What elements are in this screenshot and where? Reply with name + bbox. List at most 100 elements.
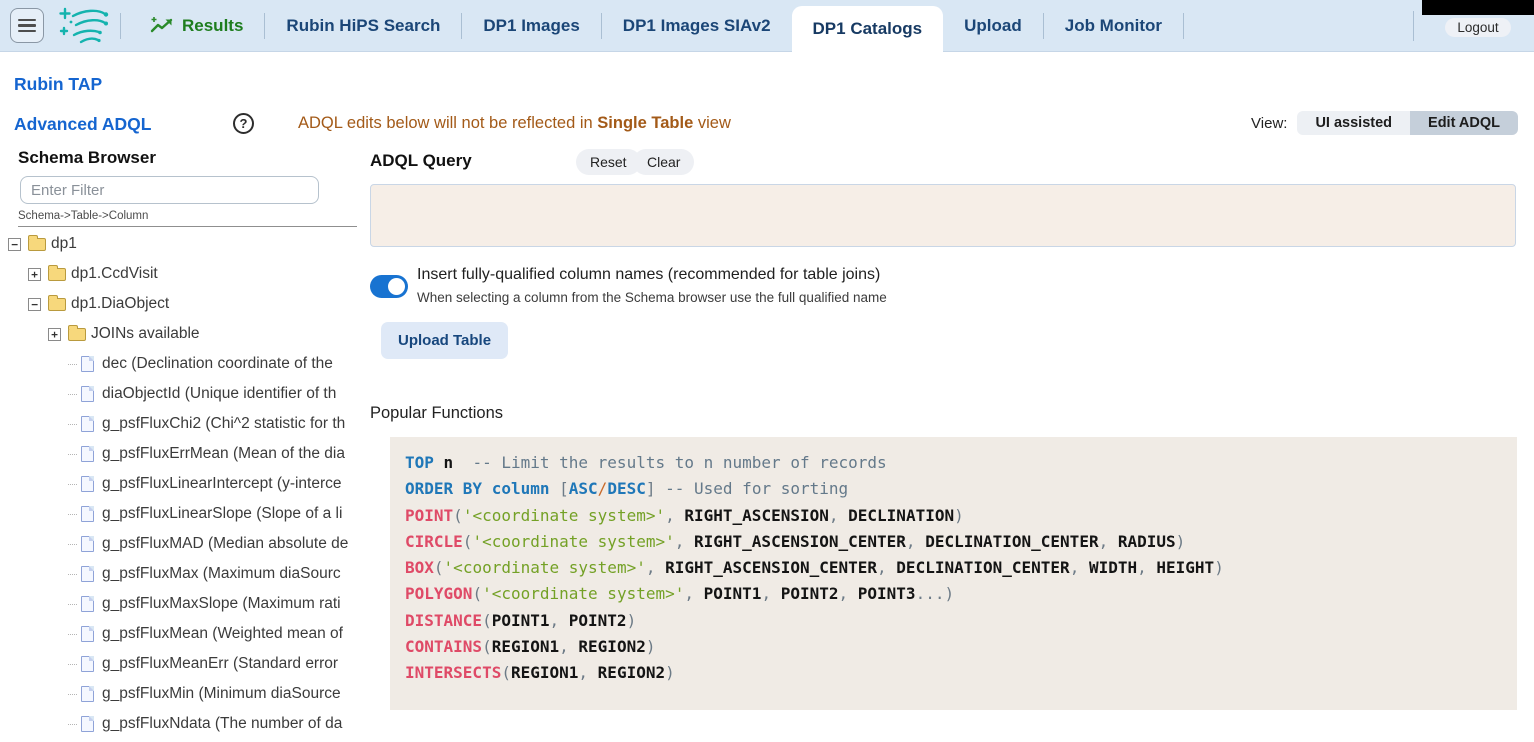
- schema-path-hint: Schema->Table->Column: [18, 210, 357, 222]
- schema-browser-title: Schema Browser: [18, 148, 357, 168]
- folder-icon: [48, 268, 66, 281]
- column-icon: [81, 536, 94, 552]
- tree-item-label: g_psfFluxNdata (The number of da: [102, 715, 342, 733]
- hamburger-menu-icon[interactable]: [10, 8, 44, 43]
- code-line: POINT('<coordinate system>', RIGHT_ASCEN…: [405, 503, 1517, 529]
- fully-qualified-names-toggle[interactable]: [370, 275, 408, 298]
- user-box: Logout: [1422, 14, 1534, 37]
- code-line: DISTANCE(POINT1, POINT2): [405, 608, 1517, 634]
- tree-column-g-psffluxerrmean[interactable]: g_psfFluxErrMean (Mean of the dia: [0, 439, 357, 469]
- expand-icon[interactable]: +: [28, 268, 41, 281]
- tree-column-g-psffluxchi2[interactable]: g_psfFluxChi2 (Chi^2 statistic for th: [0, 409, 357, 439]
- tree-column-g-psffluxlinearintercept[interactable]: g_psfFluxLinearIntercept (y-interce: [0, 469, 357, 499]
- clear-button[interactable]: Clear: [633, 149, 694, 175]
- folder-icon: [28, 238, 46, 251]
- tree-item-label: g_psfFluxChi2 (Chi^2 statistic for th: [102, 415, 345, 433]
- schema-filter-input[interactable]: [20, 176, 319, 204]
- tab-label: DP1 Images SIAv2: [623, 16, 771, 36]
- tab-strip: Results Rubin HiPS Search DP1 Images DP1 Im…: [129, 0, 1184, 51]
- tree-connector: [68, 664, 77, 665]
- code-line: TOP n -- Limit the results to n number o…: [405, 450, 1517, 476]
- tree-column-g-psffluxmax[interactable]: g_psfFluxMax (Maximum diaSourc: [0, 559, 357, 589]
- column-icon: [81, 506, 94, 522]
- tab-job-monitor[interactable]: Job Monitor: [1044, 0, 1183, 51]
- tree-item-label: dp1.CcdVisit: [71, 265, 158, 283]
- tree-item-label: g_psfFluxErrMean (Mean of the dia: [102, 445, 345, 463]
- column-icon: [81, 716, 94, 732]
- tree-connector: [68, 364, 77, 365]
- tab-dp1-images[interactable]: DP1 Images: [462, 0, 600, 51]
- tab-dp1-catalogs[interactable]: DP1 Catalogs: [792, 6, 944, 51]
- results-chart-icon: [150, 16, 174, 35]
- upload-table-button[interactable]: Upload Table: [381, 322, 508, 359]
- column-icon: [81, 686, 94, 702]
- collapse-icon[interactable]: −: [8, 238, 21, 251]
- tab-dp1-images-siav2[interactable]: DP1 Images SIAv2: [602, 0, 792, 51]
- tree-folder-joins-available[interactable]: +JOINs available: [0, 319, 357, 349]
- user-name-redacted: [1422, 0, 1534, 15]
- tree-item-label: g_psfFluxMAD (Median absolute de: [102, 535, 348, 553]
- tree-folder-dp1[interactable]: −dp1: [0, 229, 357, 259]
- tree-column-g-psffluxmean[interactable]: g_psfFluxMean (Weighted mean of: [0, 619, 357, 649]
- tree-connector: [68, 634, 77, 635]
- tree-item-label: g_psfFluxMin (Minimum diaSource: [102, 685, 341, 703]
- tab-rubin-hips-search[interactable]: Rubin HiPS Search: [265, 0, 461, 51]
- tree-column-g-psffluxmaxslope[interactable]: g_psfFluxMaxSlope (Maximum rati: [0, 589, 357, 619]
- schema-tree: −dp1 + dp1.CcdVisit −dp1.DiaObject+JOINs av…: [0, 229, 357, 742]
- tree-folder-dp1-diaobject[interactable]: −dp1.DiaObject: [0, 289, 357, 319]
- tree-connector: [68, 514, 77, 515]
- toggle-knob: [388, 278, 405, 295]
- column-icon: [81, 596, 94, 612]
- folder-icon: [68, 328, 86, 341]
- tree-column-g-psffluxmin[interactable]: g_psfFluxMin (Minimum diaSource: [0, 679, 357, 709]
- tab-upload[interactable]: Upload: [943, 0, 1043, 51]
- reset-button[interactable]: Reset: [576, 149, 641, 175]
- tree-item-label: g_psfFluxMax (Maximum diaSourc: [102, 565, 341, 583]
- tab-label: DP1 Images: [483, 16, 579, 36]
- collapse-icon[interactable]: −: [28, 298, 41, 311]
- tab-label: Upload: [964, 16, 1022, 36]
- tree-column-g-psffluxndata[interactable]: g_psfFluxNdata (The number of da: [0, 709, 357, 739]
- tree-connector: [68, 424, 77, 425]
- view-segmented-control: UI assistedEdit ADQL: [1297, 111, 1518, 135]
- column-icon: [81, 446, 94, 462]
- logout-button[interactable]: Logout: [1445, 18, 1510, 37]
- tree-item-label: g_psfFluxMean (Weighted mean of: [102, 625, 343, 643]
- view-option-edit-adql[interactable]: Edit ADQL: [1410, 111, 1518, 135]
- tree-connector: [68, 454, 77, 455]
- adql-query-textarea[interactable]: [370, 184, 1516, 247]
- tree-column-dec[interactable]: dec (Declination coordinate of the: [0, 349, 357, 379]
- expand-icon[interactable]: +: [48, 328, 61, 341]
- view-option-ui-assisted[interactable]: UI assisted: [1297, 111, 1410, 135]
- tree-column-g-psffluxmad[interactable]: g_psfFluxMAD (Median absolute de: [0, 529, 357, 559]
- schema-divider: [18, 226, 357, 227]
- user-area: Logout: [1413, 0, 1534, 51]
- tab-results[interactable]: Results: [129, 0, 264, 51]
- top-navigation-bar: Results Rubin HiPS Search DP1 Images DP1 Im…: [0, 0, 1534, 52]
- column-icon: [81, 656, 94, 672]
- tree-item-label: dec (Declination coordinate of the: [102, 355, 333, 373]
- tree-connector: [68, 604, 77, 605]
- tab-label: Rubin HiPS Search: [286, 16, 440, 36]
- page-title: Rubin TAP: [14, 74, 102, 95]
- popular-functions-code-block: TOP n -- Limit the results to n number o…: [390, 437, 1517, 710]
- code-line: INTERSECTS(REGION1, REGION2): [405, 660, 1517, 686]
- tree-column-g-psffluxmeanerr[interactable]: g_psfFluxMeanErr (Standard error: [0, 649, 357, 679]
- tree-column-g-psffluxlinearslope[interactable]: g_psfFluxLinearSlope (Slope of a li: [0, 499, 357, 529]
- code-line: CIRCLE('<coordinate system>', RIGHT_ASCE…: [405, 529, 1517, 555]
- folder-icon: [48, 298, 66, 311]
- tree-connector: [68, 574, 77, 575]
- column-icon: [81, 476, 94, 492]
- rubin-observatory-logo-icon: [56, 4, 110, 48]
- view-switcher: View: UI assistedEdit ADQL: [1251, 111, 1518, 135]
- tree-item-label: g_psfFluxLinearIntercept (y-interce: [102, 475, 342, 493]
- tree-column-diaobjectid[interactable]: diaObjectId (Unique identifier of th: [0, 379, 357, 409]
- adql-warning-text: ADQL edits below will not be reflected i…: [298, 114, 731, 133]
- help-icon[interactable]: ?: [233, 113, 254, 134]
- advanced-adql-heading: Advanced ADQL: [14, 114, 151, 135]
- tree-folder-dp1-ccdvisit[interactable]: + dp1.CcdVisit: [0, 259, 357, 289]
- code-line: POLYGON('<coordinate system>', POINT1, P…: [405, 581, 1517, 607]
- column-icon: [81, 566, 94, 582]
- code-line: ORDER BY column [ASC/DESC] -- Used for s…: [405, 476, 1517, 502]
- column-icon: [81, 626, 94, 642]
